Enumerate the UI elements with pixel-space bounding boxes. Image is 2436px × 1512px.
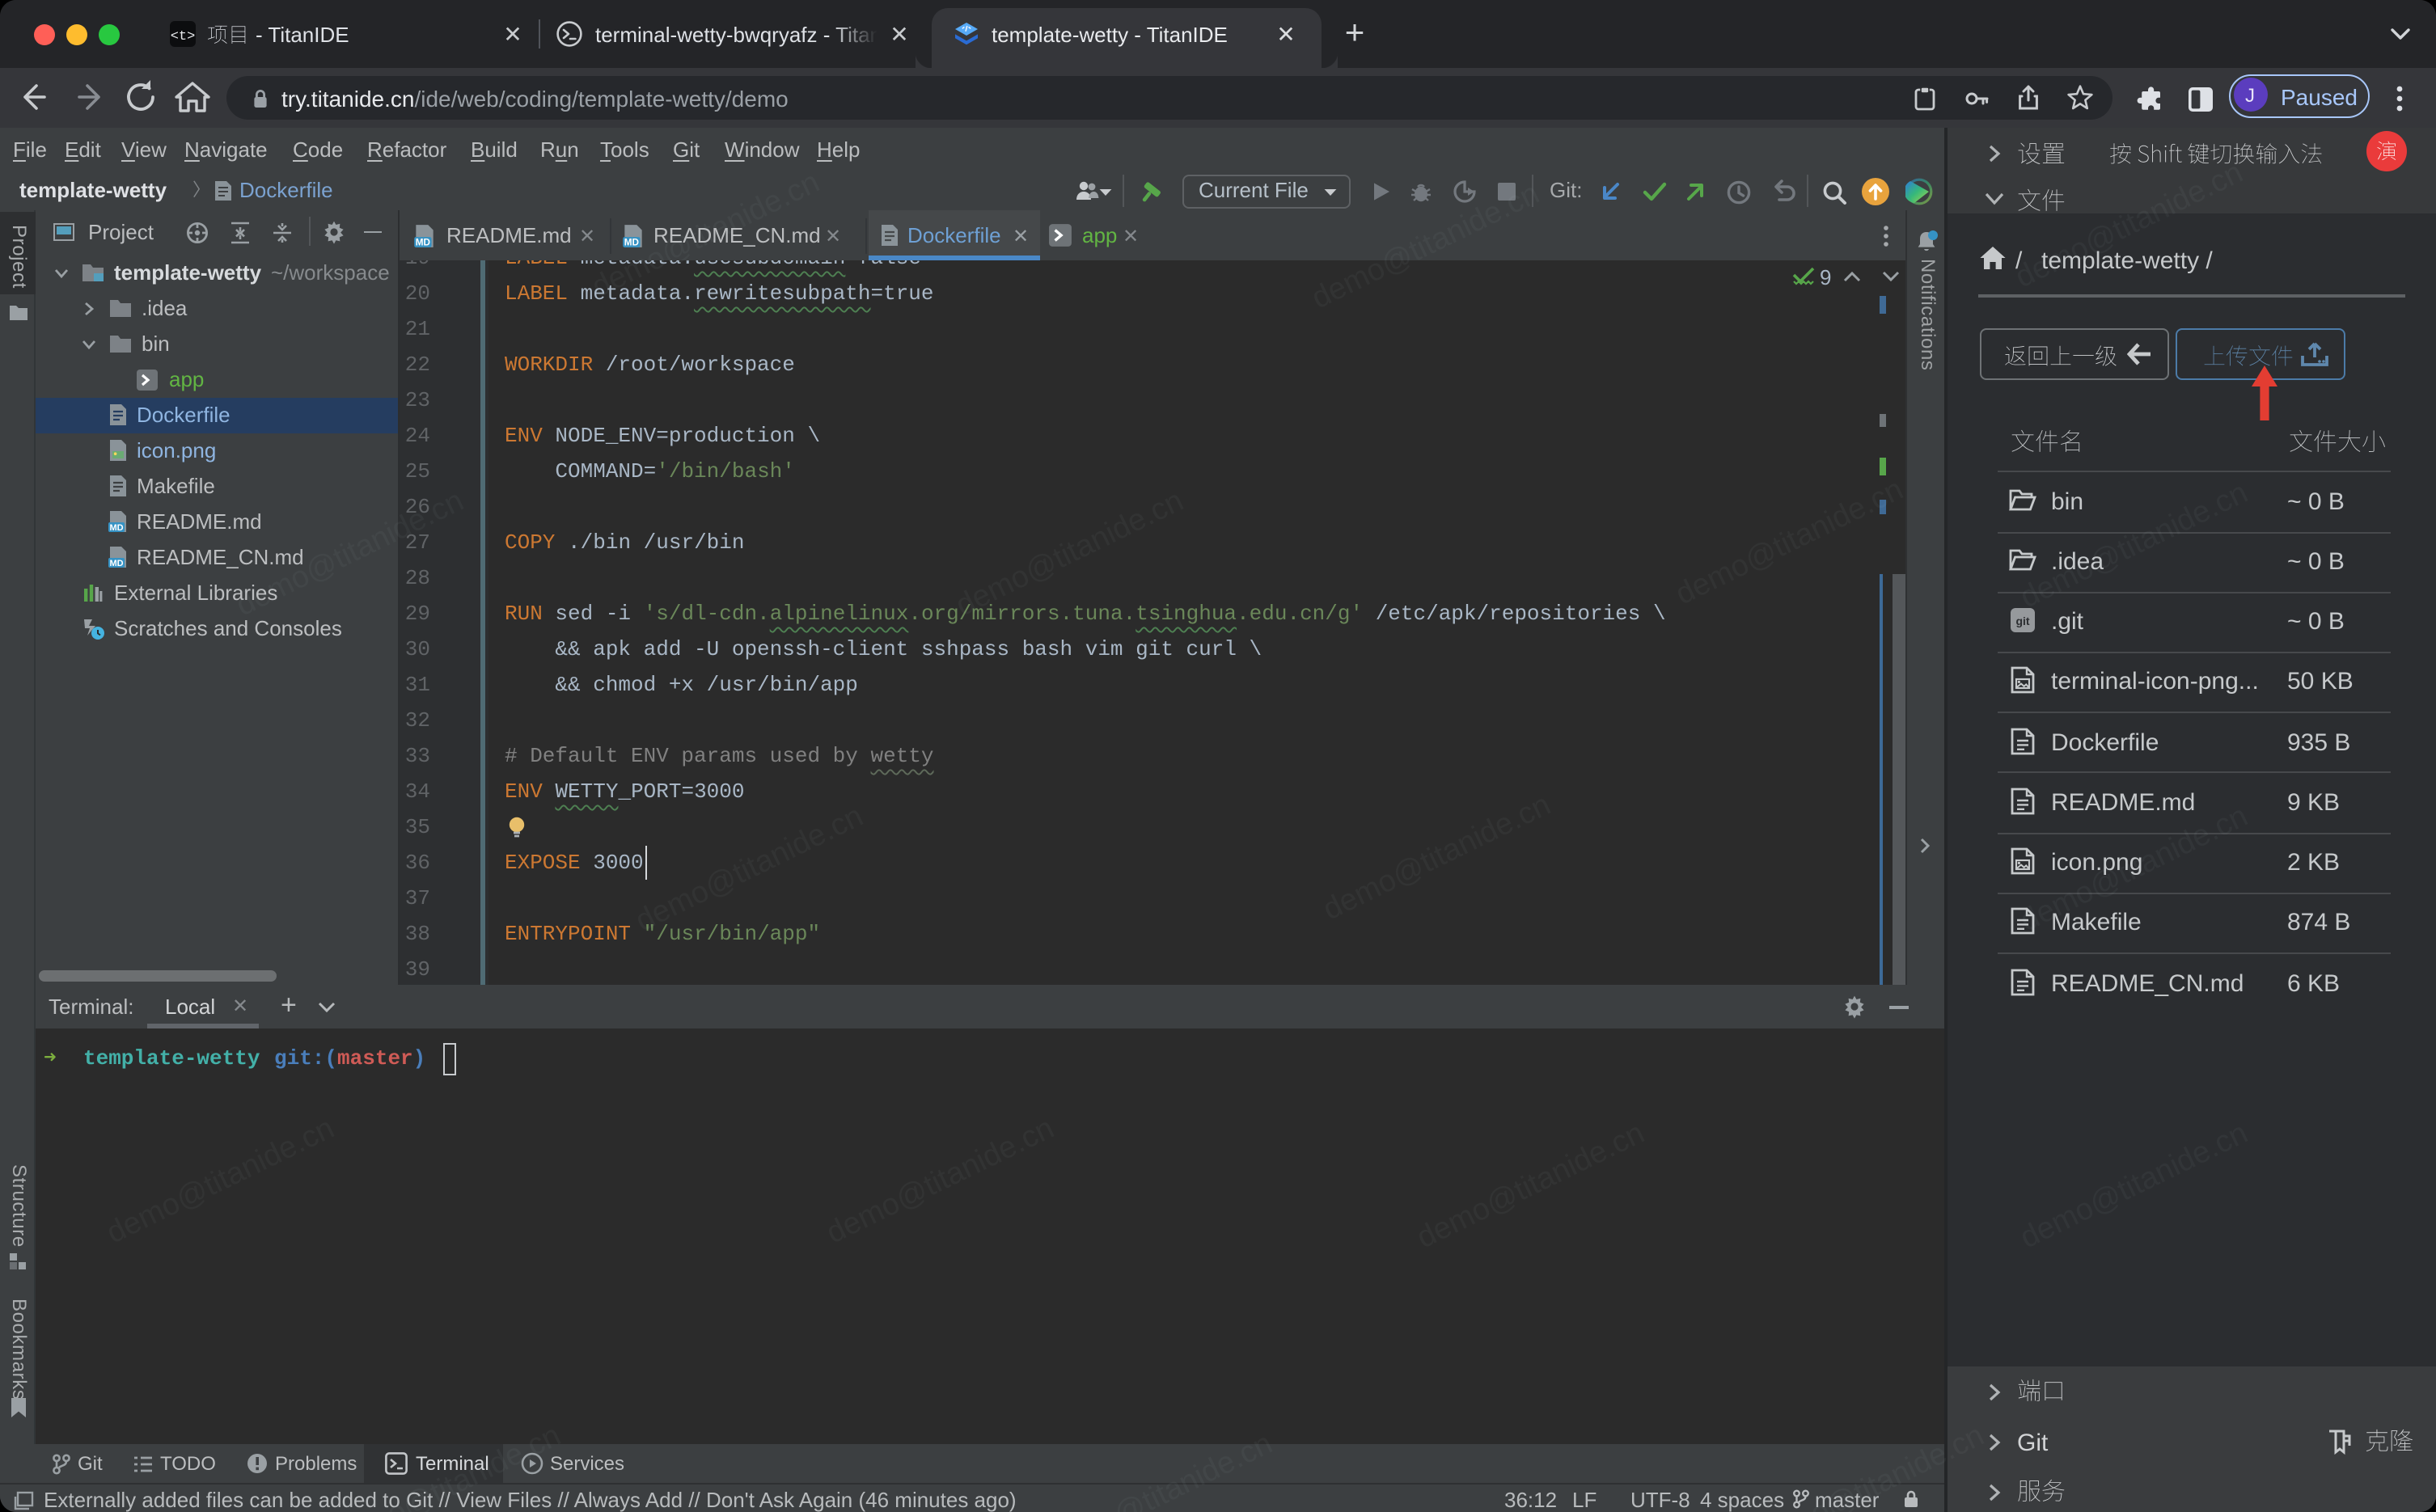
svg-text:git: git: [2015, 615, 2029, 627]
svg-text:MD: MD: [108, 559, 122, 568]
svg-text:<t>: <t>: [171, 29, 196, 44]
svg-text:MD: MD: [416, 238, 430, 248]
svg-text:MD: MD: [108, 523, 122, 533]
svg-text:MD: MD: [624, 238, 639, 248]
